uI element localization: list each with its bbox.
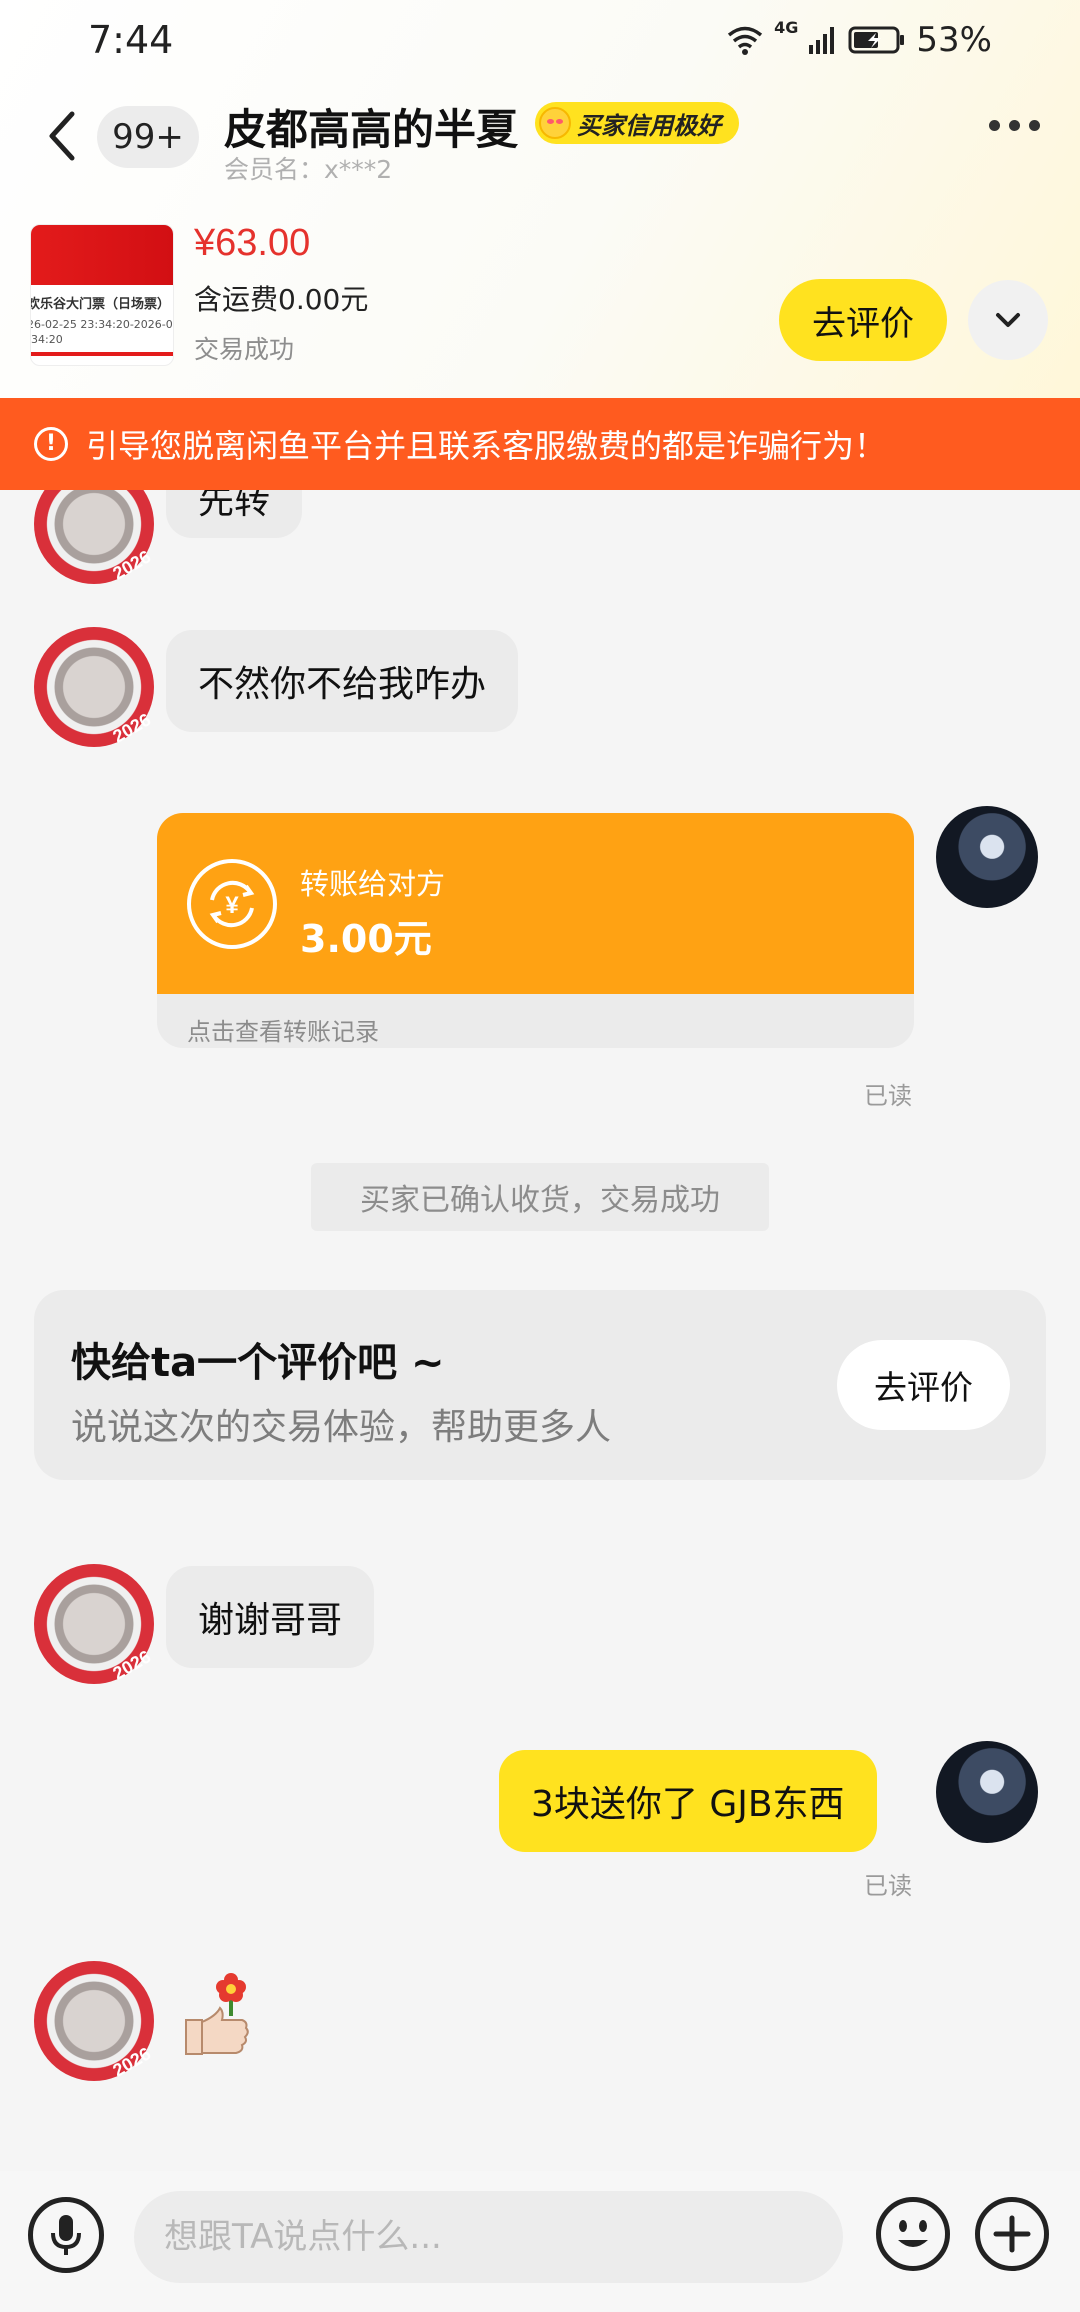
warning-text: 引导您脱离闲鱼平台并且联系客服缴费的都是诈骗行为！	[86, 427, 887, 465]
review-prompt-card: 快给ta一个评价吧 ~ 说说这次的交易体验，帮助更多人 去评价	[34, 1290, 1046, 1480]
fraud-warning-banner: ! 引导您脱离闲鱼平台并且联系客服缴费的都是诈骗行为！	[0, 398, 1080, 490]
shipping-fee: 含运费0.00元	[194, 283, 369, 316]
smiley-icon	[898, 2220, 928, 2247]
emoji-button[interactable]	[876, 2197, 950, 2271]
buyer-avatar[interactable]	[34, 1564, 154, 1684]
unread-count-badge[interactable]: 99+	[97, 106, 199, 168]
more-options-button[interactable]	[989, 120, 1040, 131]
transfer-amount: 3.00元	[300, 917, 432, 961]
status-icons: 4G 53%	[726, 18, 992, 60]
microphone-icon	[51, 2215, 81, 2255]
product-price: ¥63.00	[194, 222, 311, 264]
transfer-title: 转账给对方	[300, 867, 446, 901]
buyer-credit-tag[interactable]: 买家信用极好	[535, 102, 739, 144]
transfer-record-link[interactable]: 点击查看转账记录	[187, 1012, 379, 1047]
message-bubble-buyer[interactable]: 不然你不给我咋办	[166, 630, 519, 732]
chat-partner-name[interactable]: 皮都高高的半夏	[224, 96, 518, 157]
more-actions-button[interactable]	[975, 2197, 1049, 2271]
message-bubble-buyer[interactable]: 谢谢哥哥	[166, 1566, 375, 1668]
buyer-avatar[interactable]	[34, 627, 154, 747]
battery-percent: 53%	[916, 20, 992, 60]
status-time: 7:44	[88, 18, 174, 62]
thumb-date: 26-02-25 23:34:20-2026-03-11	[30, 318, 173, 331]
expand-order-button[interactable]	[968, 280, 1048, 360]
seller-avatar[interactable]	[936, 1741, 1038, 1843]
review-prompt-title: 快给ta一个评价吧 ~	[71, 1340, 445, 1386]
message-bubble-buyer[interactable]: 先转	[166, 490, 303, 538]
credit-face-icon	[539, 107, 571, 139]
chat-message-list[interactable]: 先转 不然你不给我咋办 ¥ 转账给对方 3.00元 点击查看转账记录 已读 买家…	[0, 490, 1080, 2171]
trade-status: 交易成功	[194, 335, 295, 364]
message-input[interactable]	[134, 2191, 843, 2283]
network-type: 4G	[774, 18, 799, 37]
thumbs-up-flower-emoji[interactable]	[176, 1968, 252, 2056]
review-button[interactable]: 去评价	[837, 1340, 1010, 1430]
transfer-card[interactable]: ¥ 转账给对方 3.00元 点击查看转账记录	[157, 813, 914, 1048]
review-prompt-subtitle: 说说这次的交易体验，帮助更多人	[71, 1407, 612, 1448]
input-bar	[0, 2171, 1080, 2312]
voice-button[interactable]	[28, 2197, 104, 2273]
read-status: 已读	[864, 1082, 912, 1110]
svg-text:¥: ¥	[225, 892, 239, 919]
system-message: 买家已确认收货，交易成功	[311, 1163, 769, 1231]
credit-tag-label: 买家信用极好	[577, 111, 721, 140]
seller-avatar[interactable]	[936, 806, 1038, 908]
message-bubble-seller[interactable]: 3块送你了 GJB东西	[499, 1750, 877, 1852]
yuan-transfer-icon: ¥	[187, 859, 277, 949]
battery-icon	[848, 26, 905, 54]
back-button[interactable]	[40, 106, 86, 166]
plus-icon	[993, 2215, 1031, 2253]
thumb-time: 34:20	[31, 333, 63, 346]
member-name: 会员名：x***2	[224, 155, 393, 184]
review-button-header[interactable]: 去评价	[779, 279, 947, 361]
buyer-avatar[interactable]	[34, 1961, 154, 2081]
more-dots-icon	[989, 120, 1000, 131]
signal-icon	[809, 27, 835, 54]
thumb-title: 欢乐谷大门票（日场票）	[30, 297, 171, 312]
wifi-icon	[728, 26, 763, 55]
warning-circle-icon: !	[34, 427, 68, 461]
read-status: 已读	[864, 1872, 912, 1900]
product-thumbnail[interactable]: 欢乐谷大门票（日场票） 26-02-25 23:34:20-2026-03-11…	[30, 224, 174, 366]
buyer-avatar[interactable]	[34, 490, 154, 584]
chevron-down-icon	[996, 313, 1020, 327]
back-arrow-icon	[49, 111, 75, 161]
